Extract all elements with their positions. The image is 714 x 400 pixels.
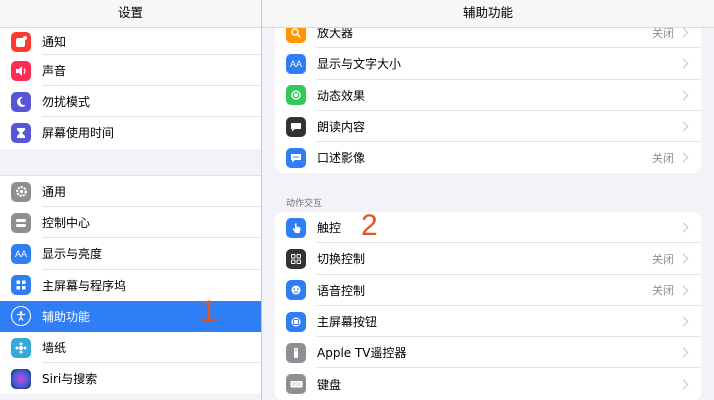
homescreen-icon xyxy=(11,275,31,296)
audio-description-icon xyxy=(286,147,306,168)
list-item-apple-tv-remote[interactable]: Apple TV遥控器 xyxy=(275,337,701,369)
sidebar-item-label: 声音 xyxy=(42,64,67,79)
list-item-audio-descriptions[interactable]: 口述影像 关闭 xyxy=(275,142,701,173)
keyboard-icon xyxy=(286,374,306,395)
sidebar-item-label: 通用 xyxy=(42,185,67,200)
sidebar-item-label: 控制中心 xyxy=(42,216,91,231)
chevron-right-icon xyxy=(678,379,689,390)
sidebar-item-label: 辅助功能 xyxy=(42,309,91,324)
sidebar-group-2: 通用 控制中心 AA 显示与亮度 主屏幕与程序坞 辅助功能 墙纸 Siri与搜索 xyxy=(0,175,261,395)
voice-control-icon xyxy=(286,280,306,301)
moon-icon xyxy=(11,91,31,112)
wallpaper-icon xyxy=(11,337,31,358)
chevron-right-icon xyxy=(678,222,689,233)
home-button-icon xyxy=(286,311,306,332)
sidebar-item-accessibility[interactable]: 辅助功能 xyxy=(0,300,261,332)
notification-icon xyxy=(11,31,31,52)
list-item-keyboards[interactable]: 键盘 xyxy=(275,368,701,399)
toggle-icon xyxy=(11,212,31,233)
accessibility-pane: 辅助功能 放大器 关闭 AA 显示与文字大小 动态效果 朗读内容 口述影像 关闭… xyxy=(262,0,714,400)
sound-icon xyxy=(11,60,31,81)
chevron-right-icon xyxy=(678,90,689,101)
chevron-right-icon xyxy=(678,58,689,69)
list-item-value: 关闭 xyxy=(652,252,674,266)
chevron-right-icon xyxy=(678,152,689,163)
sidebar-item-label: 显示与亮度 xyxy=(42,247,103,262)
sidebar-item-screen-time[interactable]: 屏幕使用时间 xyxy=(0,117,261,148)
sidebar-item-label: 屏幕使用时间 xyxy=(42,126,115,141)
pane-title: 辅助功能 xyxy=(262,0,714,28)
display-icon: AA xyxy=(11,243,31,264)
chevron-right-icon xyxy=(678,285,689,296)
sidebar-item-sounds[interactable]: 声音 xyxy=(0,55,261,87)
vision-card: 放大器 关闭 AA 显示与文字大小 动态效果 朗读内容 口述影像 关闭 xyxy=(275,17,701,174)
chevron-right-icon xyxy=(678,121,689,132)
sidebar-item-label: 勿扰模式 xyxy=(42,95,91,110)
chevron-right-icon xyxy=(678,347,689,358)
chevron-right-icon xyxy=(678,316,689,327)
sidebar-item-label: Siri与搜索 xyxy=(42,372,98,387)
accessibility-icon xyxy=(11,306,31,327)
remote-icon xyxy=(286,342,306,363)
list-item-label: 键盘 xyxy=(317,377,342,392)
switch-control-icon xyxy=(286,248,306,269)
sidebar-item-label: 主屏幕与程序坞 xyxy=(42,278,127,293)
sidebar-item-home-screen-dock[interactable]: 主屏幕与程序坞 xyxy=(0,270,261,301)
settings-sidebar: 设置 通知 声音 勿扰模式 屏幕使用时间 通用 控制中心 AA 显示与亮度 主屏… xyxy=(0,0,261,400)
list-item-value: 关闭 xyxy=(652,151,674,165)
annotation-number-1: 1 xyxy=(200,295,217,328)
motion-icon xyxy=(286,85,306,106)
siri-icon xyxy=(11,368,31,389)
sidebar-item-control-center[interactable]: 控制中心 xyxy=(0,207,261,239)
list-item-label: 主屏幕按钮 xyxy=(317,315,378,330)
sidebar-item-do-not-disturb[interactable]: 勿扰模式 xyxy=(0,86,261,118)
list-item-label: 朗读内容 xyxy=(317,120,366,135)
list-item-value: 关闭 xyxy=(652,284,674,298)
annotation-number-2: 2 xyxy=(361,209,378,242)
list-item-label: 口述影像 xyxy=(317,151,366,166)
chevron-right-icon xyxy=(678,27,689,38)
sidebar-item-display-brightness[interactable]: AA 显示与亮度 xyxy=(0,238,261,270)
sidebar-group-1: 通知 声音 勿扰模式 屏幕使用时间 xyxy=(0,28,261,149)
list-item-label: 动态效果 xyxy=(317,88,366,103)
text-size-icon: AA xyxy=(286,53,306,74)
list-item-label: 语音控制 xyxy=(317,283,366,298)
speech-icon xyxy=(286,116,306,137)
list-item-display-text-size[interactable]: AA 显示与文字大小 xyxy=(275,48,701,80)
list-item-touch[interactable]: 触控 xyxy=(275,212,701,244)
sidebar-item-siri-search[interactable]: Siri与搜索 xyxy=(0,363,261,394)
sidebar-item-label: 墙纸 xyxy=(42,341,67,356)
sidebar-item-notifications[interactable]: 通知 xyxy=(0,28,261,55)
sidebar-item-wallpaper[interactable]: 墙纸 xyxy=(0,332,261,364)
section-header-interaction: 动作交互 xyxy=(286,199,323,209)
touch-icon xyxy=(286,217,306,238)
sidebar-item-label: 通知 xyxy=(42,35,67,49)
sidebar-title: 设置 xyxy=(0,0,261,28)
list-item-label: Apple TV遥控器 xyxy=(317,346,407,361)
interaction-card: 触控 切换控制 关闭 语音控制 关闭 主屏幕按钮 Apple TV遥控器 键盘 xyxy=(275,212,701,400)
hourglass-icon xyxy=(11,122,31,143)
list-item-home-button[interactable]: 主屏幕按钮 xyxy=(275,306,701,338)
list-item-switch-control[interactable]: 切换控制 关闭 xyxy=(275,243,701,275)
list-item-spoken-content[interactable]: 朗读内容 xyxy=(275,111,701,143)
list-item-voice-control[interactable]: 语音控制 关闭 xyxy=(275,275,701,306)
list-item-label: 切换控制 xyxy=(317,252,366,267)
sidebar-item-general[interactable]: 通用 xyxy=(0,176,261,208)
list-item-motion[interactable]: 动态效果 xyxy=(275,80,701,111)
gear-icon xyxy=(11,181,31,202)
list-item-label: 显示与文字大小 xyxy=(317,57,402,72)
chevron-right-icon xyxy=(678,253,689,264)
